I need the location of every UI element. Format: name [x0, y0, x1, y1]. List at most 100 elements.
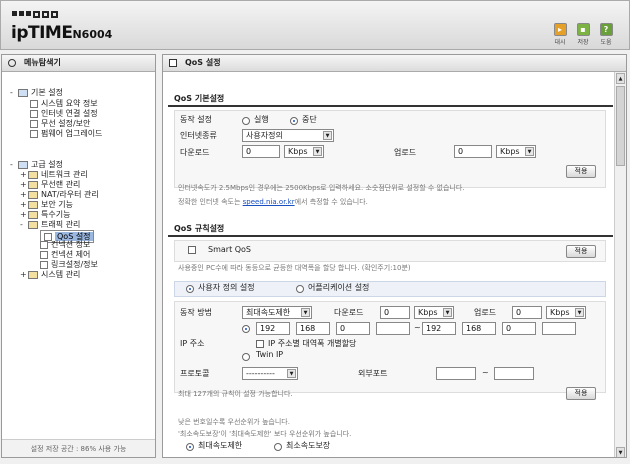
main-title: QoS 설정: [163, 55, 626, 72]
tree-item-connection-info[interactable]: 컨넥션 정보: [40, 240, 90, 250]
tree-item-wireless[interactable]: 무선 설정/보안: [30, 119, 90, 129]
scroll-down-icon[interactable]: ▼: [616, 447, 625, 457]
rule-add-button[interactable]: 적용: [566, 387, 596, 400]
twin-ip-label: Twin IP: [256, 350, 284, 359]
sidebar-title: 메뉴탐색기: [2, 55, 155, 72]
run-button[interactable]: ▸ 대시: [551, 23, 569, 46]
filter-min-label: 최소속도보장: [286, 441, 331, 450]
basic-apply-button[interactable]: 적용: [566, 165, 596, 178]
ip-start-1[interactable]: 192: [256, 322, 290, 335]
ext-port-end-input[interactable]: [494, 367, 534, 380]
user-defined-label: 사용자 정의 설정: [198, 283, 255, 292]
folder-icon: [28, 190, 38, 199]
download-input[interactable]: 0: [242, 145, 280, 158]
priority-note-1: 낮은 번호일수록 우선순위가 높습니다.: [178, 418, 290, 426]
application-radio[interactable]: [296, 285, 304, 293]
page-icon: [30, 119, 38, 128]
ip-start-3[interactable]: 0: [336, 322, 370, 335]
inet-type-label: 인터넷종류: [180, 131, 217, 140]
magnifier-icon: [8, 59, 16, 67]
smart-qos-apply-button[interactable]: 적용: [566, 245, 596, 258]
ip-start-4[interactable]: [376, 322, 410, 335]
ip-end-1[interactable]: 192: [422, 322, 456, 335]
sidebar: 메뉴탐색기 - 기본 설정 시스템 요약 정보 인터넷 연결 설정 무선 설정/보…: [1, 54, 156, 458]
tree-item-system-summary[interactable]: 시스템 요약 정보: [30, 99, 98, 109]
ip-label: IP 주소: [180, 339, 205, 348]
scroll-up-icon[interactable]: ▲: [616, 73, 625, 84]
help-button[interactable]: ? 도움: [597, 23, 615, 46]
tree-item-connection-control[interactable]: 컨넥션 제어: [40, 250, 90, 260]
rule-download-unit-select[interactable]: Kbps ▼: [414, 306, 454, 319]
folder-icon: [28, 210, 38, 219]
folder-icon: [28, 220, 38, 229]
smart-qos-label: Smart QoS: [208, 245, 252, 254]
tree-item-internet[interactable]: 인터넷 연결 설정: [30, 109, 98, 119]
tree-item-wlan[interactable]: + 무선랜 관리: [20, 180, 80, 190]
folder-icon: [28, 170, 38, 179]
tree-group-advanced[interactable]: - 고급 설정: [10, 160, 63, 170]
rule-upload-unit-select[interactable]: Kbps ▼: [546, 306, 586, 319]
ip-end-4[interactable]: [542, 322, 576, 335]
tree-item-system[interactable]: + 시스템 관리: [20, 270, 80, 280]
protocol-select[interactable]: ---------- ▼: [242, 367, 298, 380]
scroll-thumb[interactable]: [616, 86, 625, 166]
basic-note-2: 정확한 인터넷 속도는 speed.nia.or.kr에서 측정할 수 있습니다…: [178, 198, 368, 206]
rule-download-input[interactable]: 0: [380, 306, 410, 319]
tree-group-basic[interactable]: - 기본 설정: [10, 88, 63, 98]
page-icon: [30, 99, 38, 108]
run-icon: ▸: [553, 23, 567, 36]
page-icon: [30, 109, 38, 118]
chevron-down-icon: ▼: [287, 369, 296, 378]
protocol-label: 프로토콜: [180, 369, 210, 378]
chevron-down-icon: ▼: [525, 147, 534, 156]
chevron-down-icon: ▼: [443, 308, 452, 317]
logo-dots: [12, 11, 58, 18]
page-icon: [30, 129, 38, 138]
upload-unit-select[interactable]: Kbps ▼: [496, 145, 536, 158]
inet-type-select[interactable]: 사용자정의 ▼: [242, 129, 334, 142]
page-icon: [40, 240, 48, 249]
op-run-radio[interactable]: [242, 117, 250, 125]
rule-upload-input[interactable]: 0: [512, 306, 542, 319]
storage-status: 설정 저장 공간 : 86% 사용 가능: [2, 439, 155, 457]
page-icon: [40, 260, 48, 269]
section-title-rules: QoS 규칙설정: [168, 223, 613, 237]
logo-model: N6004: [72, 28, 113, 41]
ip-end-2[interactable]: 168: [462, 322, 496, 335]
help-icon: ?: [599, 23, 613, 36]
ext-port-start-input[interactable]: [436, 367, 476, 380]
user-defined-radio[interactable]: [186, 285, 194, 293]
tree-item-special[interactable]: + 특수기능: [20, 210, 70, 220]
chevron-down-icon: ▼: [575, 308, 584, 317]
filter-max-radio[interactable]: [186, 443, 194, 451]
save-button[interactable]: ▪ 저장: [574, 23, 592, 46]
method-label: 동작 방법: [180, 308, 212, 317]
page-icon: [40, 250, 48, 259]
ip-end-3[interactable]: 0: [502, 322, 536, 335]
scrollbar[interactable]: ▲ ▼: [614, 72, 626, 457]
op-stop-radio[interactable]: [290, 117, 298, 125]
tree-item-firmware[interactable]: 펌웨어 업그레이드: [30, 129, 102, 139]
tree-item-nat[interactable]: + NAT/라우터 관리: [20, 190, 99, 200]
max-rules-note: 최대 127개의 규칙이 설정 가능합니다.: [178, 390, 293, 398]
method-select[interactable]: 최대속도제한 ▼: [242, 306, 312, 319]
tree-item-security[interactable]: + 보안 기능: [20, 200, 73, 210]
application-label: 어플리케이션 설정: [308, 283, 370, 292]
tree-item-link[interactable]: 링크설정/정보: [40, 260, 98, 270]
section-title-basic: QoS 기본설정: [168, 93, 613, 107]
window-icon: [169, 59, 177, 67]
logo-brand: ipTIME: [11, 23, 73, 43]
tree-item-traffic[interactable]: - 트래픽 관리: [20, 220, 80, 230]
ip-start-2[interactable]: 168: [296, 322, 330, 335]
basic-note-1: 인터넷속도가 2.5Mbps인 경우에는 2500Kbps로 입력하세요. 소숫…: [178, 184, 465, 192]
smart-qos-checkbox[interactable]: [188, 246, 196, 254]
rule-download-label: 다운로드: [334, 308, 364, 317]
tree-item-network[interactable]: + 네트워크 관리: [20, 170, 88, 180]
filter-min-radio[interactable]: [274, 443, 282, 451]
twin-ip-radio[interactable]: [242, 353, 250, 361]
ip-per-address-checkbox[interactable]: [256, 340, 264, 348]
download-unit-select[interactable]: Kbps ▼: [284, 145, 324, 158]
upload-input[interactable]: 0: [454, 145, 492, 158]
speed-test-link[interactable]: speed.nia.or.kr: [243, 198, 295, 206]
ip-range-radio[interactable]: [242, 325, 250, 333]
